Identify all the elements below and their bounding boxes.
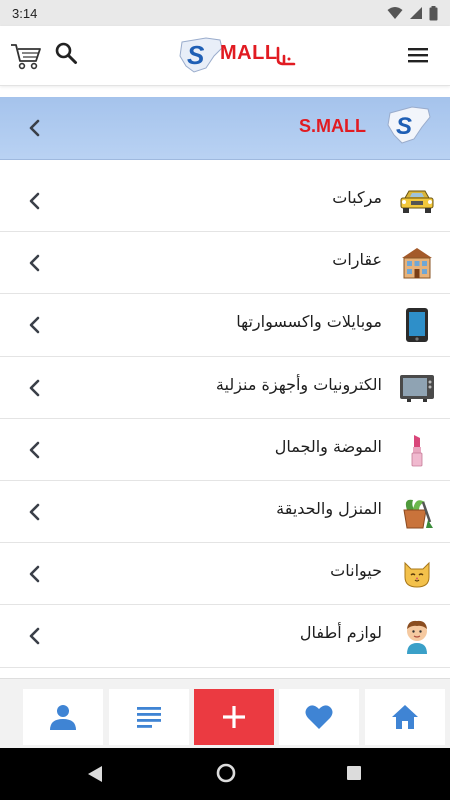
- nav-list-button[interactable]: [109, 689, 189, 745]
- category-label: الموضة والجمال: [274, 436, 382, 456]
- mobile-phone-icon: [398, 306, 436, 344]
- heart-icon: [305, 705, 333, 729]
- app-header: S MALL: [0, 26, 450, 86]
- plus-icon: [223, 706, 245, 728]
- status-time: 3:14: [12, 5, 38, 21]
- back-triangle-icon[interactable]: [86, 764, 104, 784]
- syria-map-logo-icon: S: [179, 37, 223, 73]
- car-icon: [398, 182, 436, 220]
- logo-text: MALL: [220, 42, 278, 64]
- chevron-left-icon: [29, 503, 40, 521]
- banner-title: S.MALL: [299, 116, 366, 136]
- battery-icon: [429, 5, 438, 20]
- wifi-icon: [387, 7, 403, 19]
- nav-home-button[interactable]: [365, 689, 445, 745]
- chevron-left-icon: [29, 317, 40, 334]
- search-icon[interactable]: [54, 41, 78, 65]
- category-list: مركبات عقارات موبايلات واكسسوارتها الكتر…: [0, 170, 450, 668]
- syria-map-logo-icon: S: [387, 106, 431, 144]
- hamburger-menu-icon[interactable]: [408, 47, 428, 63]
- status-bar: 3:14: [0, 0, 450, 26]
- chevron-left-icon: [29, 441, 40, 459]
- lipstick-icon: [398, 431, 436, 469]
- category-label: لوازم أطفال: [299, 623, 382, 643]
- category-item-vehicles[interactable]: مركبات: [0, 170, 450, 233]
- logo-flourish-icon: [276, 46, 296, 66]
- category-label: عقارات: [332, 250, 382, 270]
- category-label: موبايلات واكسسوارتها: [236, 312, 382, 332]
- home-circle-icon[interactable]: [216, 763, 236, 783]
- category-item-kids-supplies[interactable]: لوازم أطفال: [0, 605, 450, 668]
- chevron-left-icon: [29, 379, 40, 396]
- category-item-animals[interactable]: حيوانات: [0, 543, 450, 606]
- building-icon: [398, 244, 436, 282]
- bottom-navigation: [0, 678, 450, 748]
- logo-letter: S: [187, 40, 205, 70]
- cat-icon: [398, 555, 436, 593]
- category-item-mobiles[interactable]: موبايلات واكسسوارتها: [0, 294, 450, 357]
- chevron-left-icon: [29, 254, 40, 272]
- banner-logo-letter: S: [396, 113, 412, 140]
- nav-profile-button[interactable]: [23, 689, 103, 745]
- chevron-left-icon: [29, 628, 40, 645]
- chevron-left-icon: [29, 192, 40, 210]
- status-icons: [387, 5, 438, 21]
- plant-pot-icon: [398, 493, 436, 531]
- category-item-fashion-beauty[interactable]: الموضة والجمال: [0, 419, 450, 481]
- category-label: المنزل والحديقة: [276, 498, 382, 518]
- nav-add-button[interactable]: [194, 689, 274, 745]
- nav-favorites-button[interactable]: [279, 689, 359, 745]
- child-icon: [398, 617, 436, 655]
- app-screen: 3:14 S MALL S.MALL S مركبات عقارات موباي…: [0, 0, 450, 800]
- cart-icon[interactable]: [10, 42, 42, 70]
- category-label: الكترونيات وأجهزة منزلية: [215, 374, 382, 394]
- app-logo: S MALL: [176, 36, 300, 76]
- tv-icon: [398, 369, 436, 407]
- system-navigation-bar: [0, 748, 450, 800]
- category-label: مركبات: [332, 188, 382, 207]
- recents-square-icon[interactable]: [346, 765, 362, 781]
- chevron-left-icon: [29, 119, 40, 137]
- category-label: حيوانات: [330, 561, 382, 581]
- category-item-electronics[interactable]: الكترونيات وأجهزة منزلية: [0, 357, 450, 419]
- category-item-real-estate[interactable]: عقارات: [0, 232, 450, 295]
- category-item-home-garden[interactable]: المنزل والحديقة: [0, 481, 450, 544]
- user-icon: [50, 705, 76, 730]
- signal-icon: [410, 7, 422, 19]
- category-banner[interactable]: S.MALL S: [0, 97, 450, 160]
- chevron-left-icon: [29, 565, 40, 583]
- home-icon: [392, 705, 418, 729]
- list-icon: [137, 707, 161, 728]
